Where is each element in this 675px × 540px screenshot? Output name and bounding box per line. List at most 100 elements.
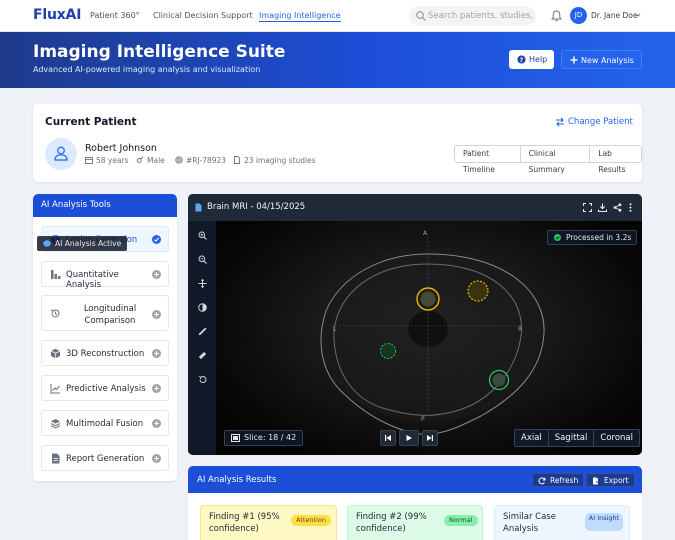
venus-mars-icon [136, 156, 144, 163]
calendar-icon [85, 157, 93, 164]
skip-back-icon [385, 435, 391, 441]
viewer-header: Brain MRI - 04/15/2025 [188, 194, 642, 221]
tool-predictive-analysis[interactable]: Predictive Analysis [41, 375, 169, 401]
slice-label: Slice: 18 / 42 [244, 433, 297, 442]
slice-indicator[interactable]: Slice: 18 / 42 [224, 430, 304, 446]
nav-link-imaging-intelligence[interactable]: Imaging Intelligence [259, 11, 341, 22]
search-box[interactable] [409, 6, 536, 26]
orientation-top: A [423, 230, 428, 237]
finding-card-1[interactable]: Finding #1 (95% confidence) Attention [200, 505, 337, 540]
plus-circle-icon [152, 270, 161, 279]
patient-studies: 23 imaging studies [233, 156, 316, 165]
finding-card-2[interactable]: Finding #2 (99% confidence) Normal [347, 505, 483, 540]
change-patient-link[interactable]: Change Patient [555, 117, 633, 127]
tool-label: Report Generation [66, 454, 145, 464]
user-avatar[interactable]: JD [570, 7, 587, 24]
chart-bar-icon [51, 270, 61, 279]
file-icon [52, 453, 60, 464]
plus-circle-icon [152, 419, 161, 428]
help-button[interactable]: ? Help [509, 50, 554, 69]
finding-marker-3[interactable] [380, 343, 396, 359]
pen-icon[interactable] [198, 327, 207, 336]
tool-multimodal-fusion[interactable]: Multimodal Fusion [41, 410, 169, 436]
patient-tabs: Patient Timeline Clinical Summary Lab Re… [454, 145, 642, 174]
change-patient-label: Change Patient [568, 117, 633, 127]
tool-label: Multimodal Fusion [66, 419, 144, 429]
page-title: Imaging Intelligence Suite [33, 42, 286, 62]
export-label: Export [604, 476, 629, 485]
plus-icon [570, 56, 578, 64]
search-icon [416, 11, 426, 21]
top-navbar: FluxAI Patient 360° Clinical Decision Su… [0, 0, 675, 32]
results-title: AI Analysis Results [197, 475, 277, 485]
zoom-out-icon[interactable] [198, 255, 207, 264]
plus-circle-icon [152, 454, 161, 463]
tool-label: Predictive Analysis [66, 384, 146, 394]
file-image-icon [195, 203, 202, 212]
skip-back-button[interactable] [380, 430, 396, 446]
processed-badge: Processed in 3.2s [547, 230, 638, 245]
patient-name: Robert Johnson [85, 143, 157, 154]
status-badge: Attention [291, 515, 331, 526]
mri-canvas[interactable]: A P L R [216, 221, 642, 455]
new-analysis-button[interactable]: New Analysis [561, 50, 642, 69]
nav-link-patient-360[interactable]: Patient 360° [90, 11, 140, 20]
viewer-toolbar [188, 221, 216, 455]
new-analysis-label: New Analysis [581, 56, 634, 65]
processed-label: Processed in 3.2s [566, 233, 632, 242]
export-button[interactable]: Export [586, 473, 635, 487]
zoom-in-icon[interactable] [198, 231, 207, 240]
move-icon[interactable] [198, 279, 207, 288]
view-selector: Axial Sagittal Coronal [514, 429, 640, 447]
skip-forward-button[interactable] [422, 430, 438, 446]
finding-marker-2[interactable] [467, 280, 489, 302]
share-icon[interactable] [613, 203, 622, 212]
tab-lab-results[interactable]: Lab Results [590, 146, 641, 174]
file-medical-icon [234, 156, 240, 164]
bell-icon[interactable] [551, 10, 562, 22]
exchange-icon [556, 117, 564, 127]
view-coronal[interactable]: Coronal [594, 430, 639, 446]
undo-icon[interactable] [198, 375, 207, 384]
cube-icon [50, 348, 61, 359]
view-axial[interactable]: Axial [515, 430, 549, 446]
view-sagittal[interactable]: Sagittal [549, 430, 595, 446]
patient-age: 58 years [85, 156, 129, 165]
layer-slice-icon [231, 434, 240, 442]
tool-3d-reconstruction[interactable]: 3D Reconstruction [41, 340, 169, 366]
tab-patient-timeline[interactable]: Patient Timeline [455, 146, 521, 174]
history-icon [50, 309, 60, 318]
similar-case-title: Similar Case Analysis [503, 512, 556, 534]
layers-icon [50, 419, 61, 429]
patient-id: #RJ-78923 [175, 156, 226, 165]
tool-report-generation[interactable]: Report Generation [41, 445, 169, 471]
plus-circle-icon [152, 310, 161, 319]
page-subtitle: Advanced AI-powered imaging analysis and… [33, 65, 261, 74]
ruler-icon[interactable] [198, 351, 207, 360]
question-circle-icon: ? [517, 55, 526, 64]
tool-quantitative-analysis[interactable]: Quantitative Analysis [41, 261, 169, 290]
play-icon [406, 435, 412, 441]
refresh-label: Refresh [550, 476, 579, 485]
user-name[interactable]: Dr. Jane Doe [591, 11, 637, 20]
chevron-down-icon[interactable] [635, 12, 641, 18]
brain-icon [43, 240, 51, 247]
nav-link-clinical-decision-support[interactable]: Clinical Decision Support [153, 11, 253, 20]
tab-clinical-summary[interactable]: Clinical Summary [521, 146, 591, 174]
tool-label: 3D Reconstruction [66, 349, 145, 359]
contrast-icon[interactable] [198, 303, 207, 312]
brand-logo[interactable]: FluxAI [33, 7, 81, 23]
refresh-icon [538, 477, 546, 485]
play-button[interactable] [399, 430, 419, 446]
similar-case-card[interactable]: Similar Case Analysis AI Insight [494, 505, 630, 540]
mri-scan-image: A P L R [318, 230, 545, 435]
chart-line-icon [50, 384, 60, 394]
refresh-button[interactable]: Refresh [532, 473, 585, 487]
expand-icon[interactable] [583, 203, 592, 212]
tool-longitudinal-comparison[interactable]: Longitudinal Comparison [41, 295, 169, 331]
current-patient-title: Current Patient [45, 116, 137, 128]
search-input[interactable] [428, 9, 532, 23]
finding-title: Finding #2 (99% confidence) [356, 512, 427, 534]
download-icon[interactable] [598, 203, 607, 212]
more-vertical-icon[interactable] [626, 203, 635, 212]
